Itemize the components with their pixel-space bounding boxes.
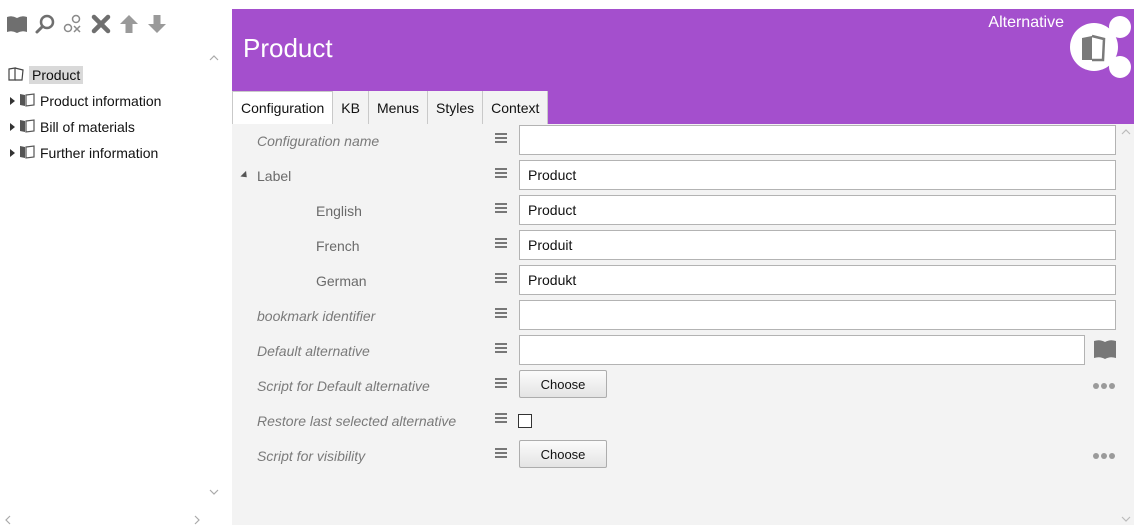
row-french: French: [232, 229, 1134, 264]
row-script-default-alternative: Script for Default alternative Choose: [232, 369, 1134, 404]
french-label: French: [316, 238, 360, 254]
form-vertical-scrollbar[interactable]: [1118, 124, 1134, 525]
alternative-label: Alternative: [988, 14, 1064, 31]
tab-styles[interactable]: Styles: [428, 91, 484, 124]
delete-icon[interactable]: [90, 13, 112, 35]
scroll-up-icon: [1121, 129, 1131, 135]
scroll-down-icon: [1121, 516, 1131, 522]
configuration-name-field[interactable]: [519, 125, 1116, 155]
page-title: Product: [243, 33, 333, 63]
restore-last-label: Restore last selected alternative: [257, 413, 457, 429]
row-default-alternative: Default alternative: [232, 334, 1134, 369]
hamburger-menu-icon[interactable]: [495, 133, 507, 145]
label-label: Label: [257, 168, 292, 184]
hamburger-menu-icon[interactable]: [495, 273, 507, 285]
tree-item-label: Further information: [40, 145, 159, 161]
hamburger-menu-icon[interactable]: [495, 238, 507, 250]
search-icon[interactable]: [34, 13, 56, 35]
tab-kb[interactable]: KB: [333, 91, 369, 124]
row-german: German: [232, 264, 1134, 299]
tab-context[interactable]: Context: [483, 91, 549, 124]
tree-item-label: Bill of materials: [40, 119, 135, 135]
french-field[interactable]: [519, 230, 1116, 260]
hamburger-menu-icon[interactable]: [495, 448, 507, 460]
more-options-icon[interactable]: [1093, 383, 1115, 389]
tab-bar: Configuration KB Menus Styles Context: [232, 91, 549, 124]
scroll-left-icon: [5, 515, 11, 525]
german-label: German: [316, 273, 367, 289]
expand-arrow-icon[interactable]: [10, 123, 15, 131]
row-restore-last: Restore last selected alternative: [232, 404, 1134, 439]
tree-vertical-scrollbar[interactable]: [205, 50, 223, 510]
book-icon: [19, 118, 35, 136]
tab-menus[interactable]: Menus: [368, 91, 428, 124]
configuration-name-label: Configuration name: [257, 133, 380, 149]
english-field[interactable]: [519, 195, 1116, 225]
default-alternative-label: Default alternative: [257, 343, 370, 359]
open-book-icon: [8, 66, 24, 84]
script-default-alternative-label: Script for Default alternative: [257, 378, 430, 394]
bookmark-identifier-field[interactable]: [519, 300, 1116, 330]
tree-item-further-information[interactable]: Further information: [8, 140, 161, 166]
tab-configuration[interactable]: Configuration: [232, 91, 334, 124]
hamburger-menu-icon[interactable]: [495, 203, 507, 215]
book-icon: [19, 144, 35, 162]
expand-arrow-icon[interactable]: [10, 97, 15, 105]
configuration-form: Configuration name Label English French: [232, 124, 1134, 525]
english-label: English: [316, 203, 362, 219]
bookmark-identifier-label: bookmark identifier: [257, 308, 376, 324]
row-english: English: [232, 194, 1134, 229]
default-alternative-field[interactable]: [519, 335, 1085, 365]
hamburger-menu-icon[interactable]: [495, 343, 507, 355]
row-configuration-name: Configuration name: [232, 124, 1134, 159]
hamburger-menu-icon[interactable]: [495, 308, 507, 320]
tree-view: Product Product information Bill of mate…: [8, 62, 161, 166]
row-script-visibility: Script for visibility Choose: [232, 439, 1134, 474]
restore-last-checkbox[interactable]: [518, 414, 532, 428]
row-label: Label: [232, 159, 1134, 194]
choose-script-default-alternative-button[interactable]: Choose: [519, 370, 607, 398]
label-field[interactable]: [519, 160, 1116, 190]
header-bar: Product Alternative Configuration KB Men…: [232, 9, 1134, 124]
hamburger-menu-icon[interactable]: [495, 413, 507, 425]
tree-item-product-information[interactable]: Product information: [8, 88, 161, 114]
more-options-icon[interactable]: [1093, 453, 1115, 459]
hamburger-menu-icon[interactable]: [495, 378, 507, 390]
book-browse-icon[interactable]: [1093, 338, 1117, 365]
alternative-icon: [1066, 13, 1132, 79]
tree-item-bill-of-materials[interactable]: Bill of materials: [8, 114, 161, 140]
choose-script-visibility-button[interactable]: Choose: [519, 440, 607, 468]
tree-horizontal-scrollbar[interactable]: [0, 513, 205, 525]
book-icon[interactable]: [6, 13, 28, 35]
scroll-right-icon: [194, 515, 200, 525]
tree-root-label: Product: [29, 66, 84, 84]
row-bookmark-identifier: bookmark identifier: [232, 299, 1134, 334]
hamburger-menu-icon[interactable]: [495, 168, 507, 180]
scroll-down-icon: [209, 489, 219, 495]
properties-panel: Product Alternative Configuration KB Men…: [232, 9, 1134, 525]
down-arrow-icon[interactable]: [146, 13, 168, 35]
expand-arrow-icon[interactable]: [10, 149, 15, 157]
book-icon: [19, 92, 35, 110]
scroll-up-icon: [209, 55, 219, 61]
left-panel: Product Product information Bill of mate…: [0, 0, 223, 525]
tree-item-label: Product information: [40, 93, 162, 109]
german-field[interactable]: [519, 265, 1116, 295]
up-arrow-icon[interactable]: [118, 13, 140, 35]
link-icon[interactable]: [62, 13, 84, 35]
collapse-arrow-icon[interactable]: [240, 170, 250, 181]
tree-toolbar: [6, 12, 168, 36]
script-visibility-label: Script for visibility: [257, 448, 366, 464]
tree-root[interactable]: Product: [8, 62, 161, 88]
